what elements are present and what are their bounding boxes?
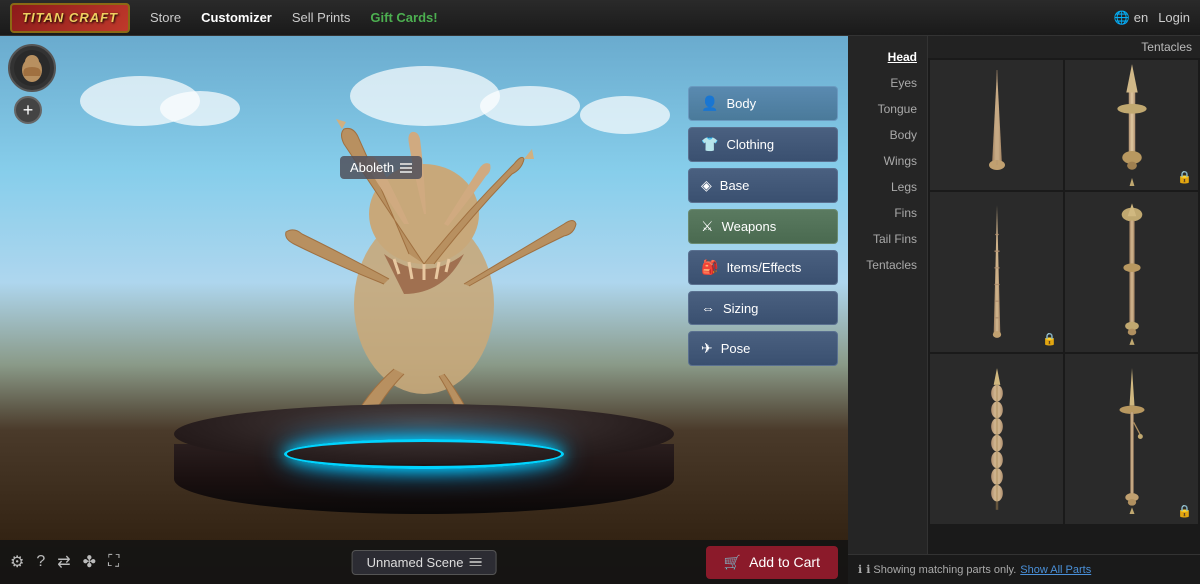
pose-label: Pose <box>721 341 751 356</box>
customizer-buttons: 👤 Body 👕 Clothing ◈ Base ⚔ Weapons 🎒 Ite… <box>688 86 838 366</box>
parts-nav-body[interactable]: Body <box>848 122 927 148</box>
parts-nav-head[interactable]: Head <box>848 44 927 70</box>
viewport-toolbar: ⚙ ? ⇄ ✤ ⛶ Unnamed Scene 🛒 Add to Cart <box>0 540 848 584</box>
nav-gift-cards[interactable]: Gift Cards! <box>370 10 437 25</box>
parts-navigation: Head Eyes Tongue Body Wings Legs Fins Ta… <box>848 36 928 554</box>
brand-logo[interactable]: TITAN CRAFT <box>10 3 130 33</box>
right-panel: Head Eyes Tongue Body Wings Legs Fins Ta… <box>848 36 1200 584</box>
3d-viewport[interactable]: + Aboleth 👤 Body 👕 Clothing ◈ Base <box>0 36 848 584</box>
top-navigation: TITAN CRAFT Store Customizer Sell Prints… <box>0 0 1200 36</box>
part-item-1[interactable] <box>930 60 1063 190</box>
nav-store[interactable]: Store <box>150 10 181 25</box>
nav-right: 🌐 en Login <box>1114 10 1190 26</box>
creature-menu-icon[interactable] <box>400 163 412 173</box>
items-label: Items/Effects <box>726 260 801 275</box>
part-item-4[interactable] <box>1065 192 1198 352</box>
scene-menu-icon[interactable] <box>469 558 481 567</box>
base-label: Base <box>720 178 750 193</box>
part-item-5[interactable] <box>930 354 1063 524</box>
bottom-info-bar: ℹ ℹ Showing matching parts only. Show Al… <box>848 554 1200 584</box>
parts-nav-legs[interactable]: Legs <box>848 174 927 200</box>
part-item-3[interactable]: 🔒 <box>930 192 1063 352</box>
sizing-button[interactable]: ⇔ Sizing <box>688 291 838 325</box>
lock-icon-3: 🔒 <box>1042 332 1057 346</box>
show-all-parts-link[interactable]: Show All Parts <box>1020 564 1091 576</box>
language-selector[interactable]: 🌐 en <box>1114 10 1149 26</box>
cloud-2 <box>160 91 240 126</box>
parts-section-label: Tentacles <box>928 36 1200 58</box>
parts-browser: Head Eyes Tongue Body Wings Legs Fins Ta… <box>848 36 1200 554</box>
nav-customizer[interactable]: Customizer <box>201 10 272 25</box>
share-icon[interactable]: ⇄ <box>57 552 70 572</box>
main-layout: + Aboleth 👤 Body 👕 Clothing ◈ Base <box>0 36 1200 584</box>
platform-ring <box>284 439 564 469</box>
settings-icon[interactable]: ⚙ <box>10 552 24 572</box>
parts-nav-tentacles[interactable]: Tentacles <box>848 252 927 278</box>
showing-info-text: ℹ Showing matching parts only. <box>866 563 1016 576</box>
items-icon: 🎒 <box>701 259 718 276</box>
parts-grid: 🔒 <box>928 58 1200 526</box>
parts-nav-wings[interactable]: Wings <box>848 148 927 174</box>
nav-links: Store Customizer Sell Prints Gift Cards! <box>150 10 1114 25</box>
info-icon: ℹ <box>858 563 862 576</box>
add-to-cart-label: Add to Cart <box>749 554 820 570</box>
scene-name: Unnamed Scene <box>367 555 464 570</box>
pose-icon: ✈ <box>701 340 713 357</box>
parts-nav-fins[interactable]: Fins <box>848 200 927 226</box>
part-item-2[interactable]: 🔒 <box>1065 60 1198 190</box>
add-to-cart-button[interactable]: 🛒 Add to Cart <box>706 546 838 579</box>
sizing-label: Sizing <box>723 301 758 316</box>
display-platform <box>174 404 674 524</box>
clothing-icon: 👕 <box>701 136 718 153</box>
add-character-button[interactable]: + <box>14 96 42 124</box>
globe-icon: 🌐 <box>1114 10 1130 26</box>
scene-label-container[interactable]: Unnamed Scene <box>352 550 497 575</box>
base-icon: ◈ <box>701 177 712 194</box>
cloud-5 <box>580 96 670 134</box>
weapons-button[interactable]: ⚔ Weapons <box>688 209 838 244</box>
parts-nav-tongue[interactable]: Tongue <box>848 96 927 122</box>
parts-nav-tail-fins[interactable]: Tail Fins <box>848 226 927 252</box>
creature-name: Aboleth <box>350 160 394 175</box>
items-effects-button[interactable]: 🎒 Items/Effects <box>688 250 838 285</box>
body-icon: 👤 <box>701 95 718 112</box>
lock-icon-2: 🔒 <box>1177 170 1192 184</box>
clothing-button[interactable]: 👕 Clothing <box>688 127 838 162</box>
lock-icon-6: 🔒 <box>1177 504 1192 518</box>
body-button[interactable]: 👤 Body <box>688 86 838 121</box>
body-label: Body <box>726 96 756 111</box>
help-icon[interactable]: ? <box>36 553 45 571</box>
weapons-icon: ⚔ <box>701 218 714 235</box>
parts-nav-eyes[interactable]: Eyes <box>848 70 927 96</box>
weapons-label: Weapons <box>722 219 777 234</box>
character-thumbnail[interactable] <box>8 44 56 92</box>
sizing-icon: ⇔ <box>701 300 715 316</box>
nav-sell-prints[interactable]: Sell Prints <box>292 10 351 25</box>
clothing-label: Clothing <box>726 137 774 152</box>
parts-grid-container: Tentacles <box>928 36 1200 554</box>
fullscreen-icon[interactable]: ⛶ <box>108 553 119 571</box>
pose-button[interactable]: ✈ Pose <box>688 331 838 366</box>
base-button[interactable]: ◈ Base <box>688 168 838 203</box>
login-button[interactable]: Login <box>1158 10 1190 25</box>
part-item-6[interactable]: 🔒 <box>1065 354 1198 524</box>
lang-label: en <box>1134 10 1148 25</box>
creature-label[interactable]: Aboleth <box>340 156 422 179</box>
cart-icon: 🛒 <box>724 554 741 571</box>
creature-options-icon[interactable]: ✤ <box>83 552 96 572</box>
